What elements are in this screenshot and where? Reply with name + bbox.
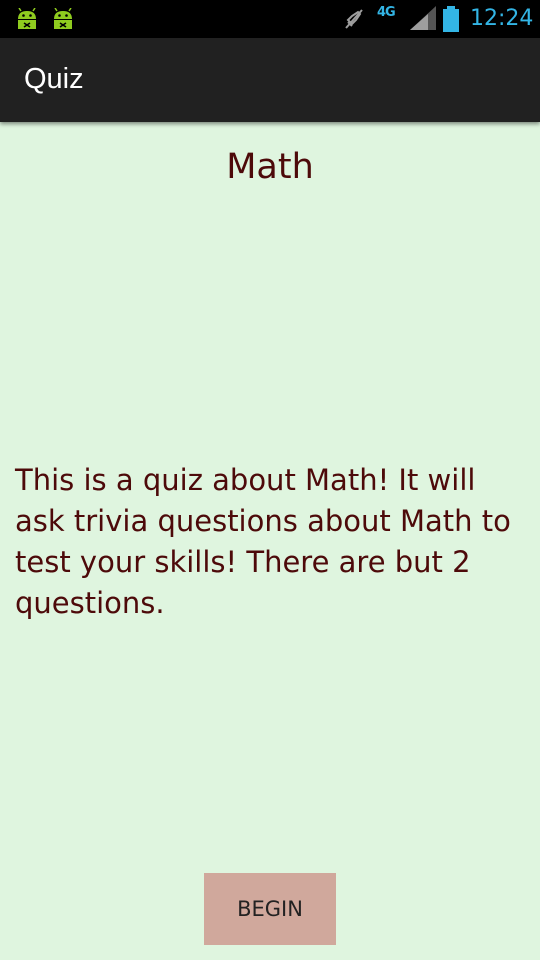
begin-button[interactable]: BEGIN [204, 873, 336, 945]
battery-icon [442, 6, 460, 32]
action-bar: Quiz [0, 38, 540, 122]
android-debug-icon [15, 7, 39, 30]
android-debug-icon [51, 7, 75, 30]
mute-icon [343, 8, 365, 30]
quiz-title: Math [226, 147, 314, 187]
network-type-label: 4G [377, 5, 396, 20]
app-title: Quiz [24, 63, 84, 95]
status-bar: 4G 12:24 [0, 0, 540, 38]
status-clock: 12:24 [470, 6, 534, 31]
quiz-description: This is a quiz about Math! It will ask t… [15, 463, 511, 620]
signal-icon [410, 6, 436, 30]
quiz-content: Math This is a quiz about Math! It will … [0, 122, 540, 960]
